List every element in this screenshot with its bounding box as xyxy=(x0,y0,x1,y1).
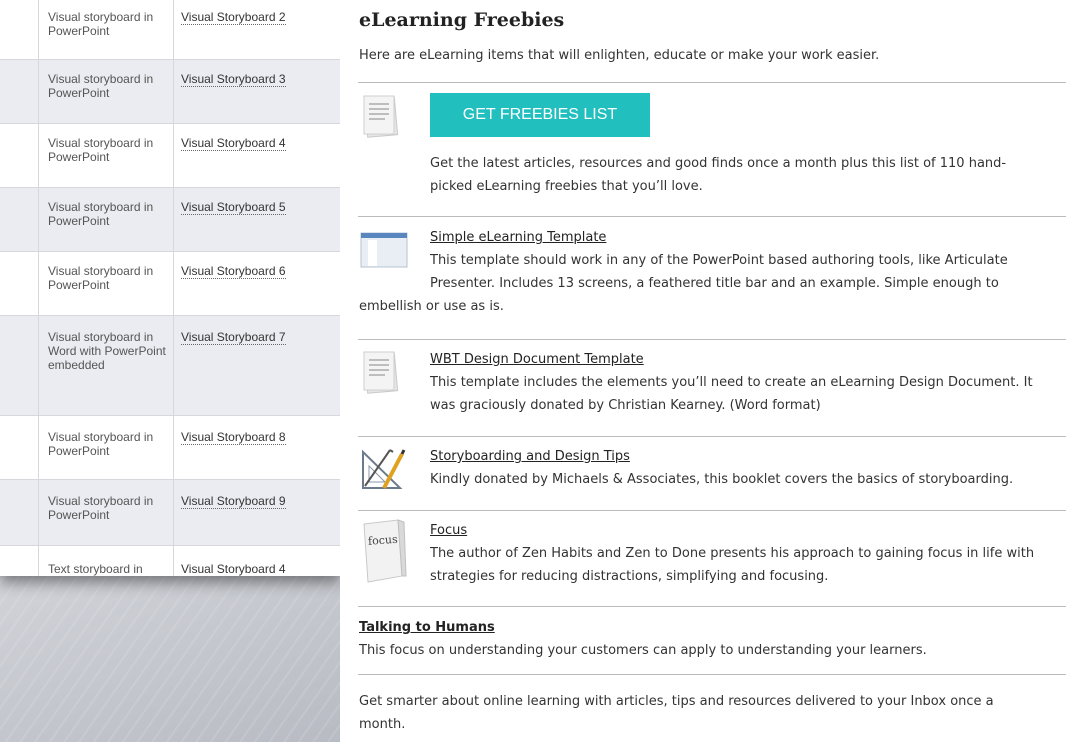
talking-to-humans-link[interactable]: Talking to Humans xyxy=(359,620,495,635)
table-row: Visual storyboard in PowerPoint Visual S… xyxy=(0,188,340,252)
drafting-tools-icon xyxy=(360,446,406,492)
row-description: Visual storyboard in PowerPoint xyxy=(48,136,154,164)
table-row: Visual storyboard in PowerPoint Visual S… xyxy=(0,0,340,60)
freebie-link[interactable]: Simple eLearning Template xyxy=(430,230,606,245)
freebies-panel: eLearning Freebies Here are eLearning it… xyxy=(340,0,1089,742)
row-link[interactable]: Visual Storyboard 6 xyxy=(181,264,286,279)
table-row: Visual storyboard in Word with PowerPoin… xyxy=(0,316,340,416)
row-description: Visual storyboard in PowerPoint xyxy=(48,200,154,228)
book-label: focus xyxy=(368,533,399,548)
freebie-description: Kindly donated by Michaels & Associates,… xyxy=(430,472,1014,487)
divider xyxy=(358,606,1066,607)
divider xyxy=(358,216,1066,217)
row-link[interactable]: Visual Storyboard 7 xyxy=(181,330,286,345)
row-description: Visual storyboard in PowerPoint xyxy=(48,10,154,38)
row-description: Visual storyboard in PowerPoint xyxy=(48,264,154,292)
row-description: Visual storyboard in PowerPoint xyxy=(48,72,154,100)
freebie-link[interactable]: Focus xyxy=(430,523,467,538)
intro-text: Here are eLearning items that will enlig… xyxy=(359,48,880,63)
row-link[interactable]: Visual Storyboard 2 xyxy=(181,10,286,25)
row-description: Text storyboard in xyxy=(48,562,143,576)
freebie-link[interactable]: WBT Design Document Template xyxy=(430,352,644,367)
table-row: Visual storyboard in PowerPoint Visual S… xyxy=(0,416,340,480)
row-description: Visual storyboard in Word with PowerPoin… xyxy=(48,330,166,372)
newsletter-text: Get smarter about online learning with a… xyxy=(359,694,994,732)
page-title: eLearning Freebies xyxy=(359,9,565,31)
table-row: Text storyboard in Visual Storyboard 4 xyxy=(0,546,340,576)
row-link[interactable]: Visual Storyboard 4 xyxy=(181,562,286,576)
focus-book-icon: focus xyxy=(360,518,408,584)
row-link[interactable]: Visual Storyboard 3 xyxy=(181,72,286,87)
freebie-description: This template includes the elements you’… xyxy=(430,375,1033,413)
divider xyxy=(358,510,1066,511)
table-row: Visual storyboard in PowerPoint Visual S… xyxy=(0,480,340,546)
divider xyxy=(358,339,1066,340)
talking-to-humans-description: This focus on understanding your custome… xyxy=(359,643,927,658)
document-icon xyxy=(360,94,404,140)
table-row: Visual storyboard in PowerPoint Visual S… xyxy=(0,252,340,316)
get-freebies-button[interactable]: GET FREEBIES LIST xyxy=(430,93,650,137)
row-description: Visual storyboard in PowerPoint xyxy=(48,430,154,458)
row-link[interactable]: Visual Storyboard 5 xyxy=(181,200,286,215)
table-row: Visual storyboard in PowerPoint Visual S… xyxy=(0,60,340,124)
document-icon xyxy=(360,350,404,396)
divider xyxy=(358,436,1066,437)
row-link[interactable]: Visual Storyboard 8 xyxy=(181,430,286,445)
freebie-description: This template should work in any of the … xyxy=(359,253,1008,314)
divider xyxy=(358,674,1066,675)
cta-description: Get the latest articles, resources and g… xyxy=(430,156,1007,194)
storyboard-table: Visual storyboard in PowerPoint Visual S… xyxy=(0,0,340,576)
freebie-description: The author of Zen Habits and Zen to Done… xyxy=(430,546,1035,584)
row-link[interactable]: Visual Storyboard 4 xyxy=(181,136,286,151)
row-description: Visual storyboard in PowerPoint xyxy=(48,494,154,522)
table-row: Visual storyboard in PowerPoint Visual S… xyxy=(0,124,340,188)
row-link[interactable]: Visual Storyboard 9 xyxy=(181,494,286,509)
divider xyxy=(358,82,1066,83)
freebie-link[interactable]: Storyboarding and Design Tips xyxy=(430,449,630,464)
